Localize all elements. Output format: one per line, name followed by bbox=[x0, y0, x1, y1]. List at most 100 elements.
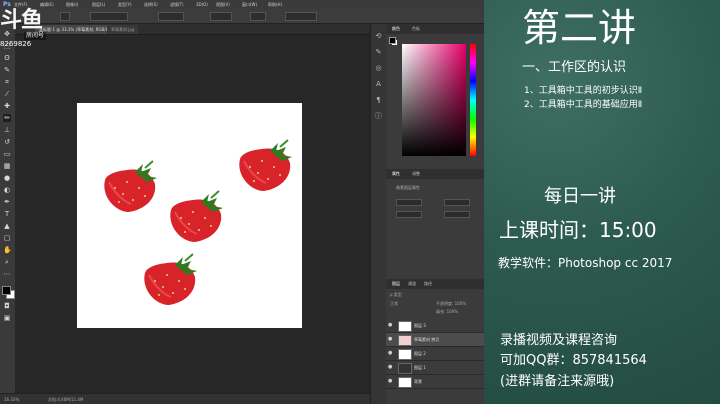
menu-window[interactable]: 窗口(W) bbox=[242, 0, 257, 9]
brush-settings-icon[interactable]: ✎ bbox=[374, 48, 383, 57]
menu-help[interactable]: 帮助(H) bbox=[268, 0, 282, 9]
flow-field[interactable] bbox=[210, 12, 232, 21]
document-tabs: 未标题-1 @ 33.3% (草莓素材, RGB/8) 草莓素材.jpg bbox=[15, 24, 370, 35]
layer-fill[interactable]: 填充: 100% bbox=[436, 309, 458, 314]
pen-tool-icon[interactable]: ✒ bbox=[3, 198, 11, 206]
character-panel-icon[interactable]: A bbox=[374, 80, 383, 89]
menu-type[interactable]: 类型(Y) bbox=[118, 0, 132, 9]
quick-mask-icon[interactable]: ◘ bbox=[3, 302, 11, 310]
opacity-field[interactable] bbox=[158, 12, 184, 21]
layer-opacity[interactable]: 不透明度: 100% bbox=[436, 301, 466, 306]
stamp-tool-icon[interactable]: ⊥ bbox=[3, 126, 11, 134]
hue-slider[interactable] bbox=[470, 44, 476, 156]
canvas-area[interactable] bbox=[15, 35, 370, 390]
layer-row[interactable]: ● 图层 3 bbox=[386, 319, 484, 333]
mode-select[interactable] bbox=[90, 12, 128, 21]
y-field[interactable] bbox=[444, 211, 470, 218]
document-size[interactable]: 文档:4.40M/11.4M bbox=[48, 395, 83, 404]
color-panel bbox=[386, 34, 484, 169]
paragraph-panel-icon[interactable]: ¶ bbox=[374, 96, 383, 105]
lasso-tool-icon[interactable]: ʘ bbox=[3, 54, 11, 62]
foreground-background-colors[interactable] bbox=[2, 286, 15, 299]
eye-icon[interactable]: ● bbox=[388, 364, 394, 370]
menu-view[interactable]: 视图(V) bbox=[216, 0, 230, 9]
room-id: 8269826 bbox=[0, 40, 32, 48]
path-select-tool-icon[interactable]: ▲ bbox=[3, 222, 11, 230]
tab-adjustments[interactable]: 调整 bbox=[412, 169, 420, 179]
properties-panel-tabs: 属性 调整 bbox=[386, 169, 484, 179]
layer-row[interactable]: ● 草莓素材 拷贝 bbox=[386, 333, 484, 347]
hand-tool-icon[interactable]: ✋ bbox=[3, 246, 12, 254]
sample-select[interactable] bbox=[285, 12, 317, 21]
layers-panel-tabs: 图层 通道 路径 bbox=[386, 279, 484, 289]
width-field[interactable] bbox=[396, 199, 422, 206]
layer-thumbnail bbox=[398, 321, 412, 332]
eye-icon[interactable]: ● bbox=[388, 322, 394, 328]
screen-mode-icon[interactable]: ▣ bbox=[3, 314, 11, 322]
color-swatch-pair[interactable] bbox=[389, 37, 397, 45]
menu-filter[interactable]: 滤镜(T) bbox=[170, 0, 184, 9]
contact-line-2: 可加QQ群：857841564 bbox=[500, 353, 647, 368]
layer-row[interactable]: ● 图层 1 bbox=[386, 361, 484, 375]
strawberry-image-1 bbox=[104, 160, 157, 212]
zoom-level[interactable]: 16.33% bbox=[4, 395, 19, 404]
color-panel-tabs: 颜色 色板 bbox=[386, 24, 484, 34]
history-brush-tool-icon[interactable]: ↺ bbox=[3, 138, 11, 146]
eraser-tool-icon[interactable]: ▭ bbox=[3, 150, 11, 158]
brush-tool-icon[interactable]: ✏ bbox=[3, 114, 11, 122]
smoothing-field[interactable] bbox=[250, 12, 266, 21]
layer-name: 图层 1 bbox=[414, 365, 426, 370]
crop-tool-icon[interactable]: ⌗ bbox=[3, 78, 11, 86]
outline-item-1: 1、工具箱中工具的初步认识Ⅱ bbox=[524, 86, 643, 96]
tab-layers[interactable]: 图层 bbox=[392, 279, 400, 289]
tab-paths[interactable]: 路径 bbox=[424, 279, 432, 289]
class-time: 上课时间：15:00 bbox=[499, 218, 657, 242]
menu-image[interactable]: 图像(I) bbox=[66, 0, 78, 9]
eye-icon[interactable]: ● bbox=[388, 378, 394, 384]
eyedropper-tool-icon[interactable]: ⁄ bbox=[3, 90, 11, 98]
history-panel-icon[interactable]: ⟲ bbox=[374, 32, 383, 41]
contact-line-3: (进群请备注来源哦) bbox=[500, 374, 615, 389]
tab-document-2[interactable]: 草莓素材.jpg bbox=[107, 25, 139, 34]
healing-tool-icon[interactable]: ✚ bbox=[3, 102, 11, 110]
shape-tool-icon[interactable]: ▢ bbox=[3, 234, 11, 242]
info-panel-icon[interactable]: ⓘ bbox=[374, 112, 383, 121]
layer-row[interactable]: ● 背景 bbox=[386, 375, 484, 389]
tab-channels[interactable]: 通道 bbox=[408, 279, 416, 289]
tab-color[interactable]: 颜色 bbox=[392, 24, 400, 34]
eye-icon[interactable]: ● bbox=[388, 350, 394, 356]
more-tools-icon[interactable]: ⋯ bbox=[3, 270, 11, 278]
menu-select[interactable]: 选择(S) bbox=[144, 0, 158, 9]
dodge-tool-icon[interactable]: ◐ bbox=[3, 186, 11, 194]
quick-select-tool-icon[interactable]: ✎ bbox=[3, 66, 11, 74]
tab-properties[interactable]: 属性 bbox=[392, 169, 400, 179]
eye-icon[interactable]: ● bbox=[388, 336, 394, 342]
layer-thumbnail bbox=[398, 377, 412, 388]
daily-lecture: 每日一讲 bbox=[544, 186, 616, 207]
color-picker-field[interactable] bbox=[402, 44, 466, 156]
gradient-tool-icon[interactable]: ▦ bbox=[3, 162, 11, 170]
tools-panel: ✥ ⬚ ʘ ✎ ⌗ ⁄ ✚ ✏ ⊥ ↺ ▭ ▦ ● ◐ ✒ T ▲ ▢ ✋ ⌕ … bbox=[0, 24, 16, 404]
layers-panel: ρ 类型 正常 不透明度: 100% 填充: 100% ● 图层 3 ● 草莓素… bbox=[386, 289, 484, 404]
tool-preset-picker[interactable] bbox=[60, 12, 70, 21]
x-field[interactable] bbox=[396, 211, 422, 218]
chalkboard-slide: 第二讲 一、工作区的认识 1、工具箱中工具的初步认识Ⅱ 2、工具箱中工具的基础应… bbox=[484, 0, 720, 404]
menu-layer[interactable]: 图层(L) bbox=[92, 0, 105, 9]
blur-tool-icon[interactable]: ● bbox=[3, 174, 11, 182]
document-canvas[interactable] bbox=[77, 103, 302, 328]
layer-kind-filter[interactable]: ρ 类型 bbox=[390, 292, 402, 297]
tab-swatches[interactable]: 色板 bbox=[412, 24, 420, 34]
blend-mode-select[interactable]: 正常 bbox=[390, 301, 398, 306]
height-field[interactable] bbox=[444, 199, 470, 206]
clone-source-icon[interactable]: ◎ bbox=[374, 64, 383, 73]
properties-panel: 像素图层属性 bbox=[386, 179, 484, 279]
zoom-tool-icon[interactable]: ⌕ bbox=[3, 258, 11, 266]
status-bar: 16.33% 文档:4.40M/11.4M bbox=[0, 393, 370, 404]
panel-icon-strip: ⟲ ✎ ◎ A ¶ ⓘ bbox=[370, 24, 387, 404]
options-bar bbox=[0, 9, 484, 24]
type-tool-icon[interactable]: T bbox=[3, 210, 11, 218]
menu-3d[interactable]: 3D(D) bbox=[196, 0, 208, 9]
outline-item-2: 2、工具箱中工具的基础应用Ⅱ bbox=[524, 100, 643, 110]
layer-thumbnail bbox=[398, 335, 412, 346]
layer-row[interactable]: ● 图层 2 bbox=[386, 347, 484, 361]
